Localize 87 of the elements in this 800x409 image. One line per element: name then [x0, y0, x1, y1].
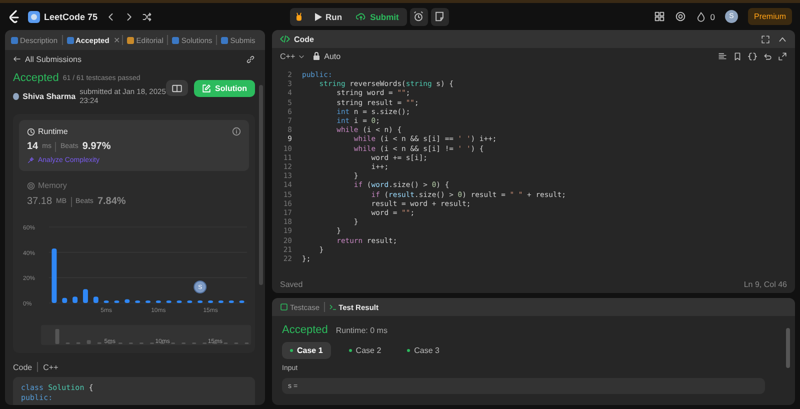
histogram-bar[interactable] — [166, 300, 172, 303]
square-icon — [172, 36, 180, 44]
link-icon[interactable] — [246, 54, 255, 64]
problem-list-title[interactable]: LeetCode 75 — [44, 12, 98, 22]
histogram-bar[interactable] — [239, 300, 244, 303]
bookmark-icon[interactable] — [733, 52, 742, 60]
histogram-bar[interactable] — [114, 300, 120, 303]
histogram-bar[interactable] — [124, 299, 130, 303]
expand-icon[interactable] — [778, 52, 787, 60]
memory-beats: 7.84% — [97, 196, 126, 207]
logo-icon[interactable] — [8, 10, 20, 24]
alarm-button[interactable] — [410, 8, 428, 26]
note-button[interactable] — [430, 8, 449, 26]
editorial-button[interactable] — [166, 80, 188, 96]
fullscreen-icon[interactable] — [761, 34, 770, 44]
streak-count: 0 — [710, 12, 715, 22]
histogram-bar[interactable] — [187, 300, 192, 303]
submission-status: Accepted — [13, 72, 59, 84]
close-tab-button[interactable]: ✕ — [113, 36, 120, 44]
edit-icon — [202, 84, 211, 93]
sparkle-icon — [27, 157, 34, 164]
alarm-icon — [413, 11, 424, 22]
histogram-bar[interactable] — [52, 248, 57, 303]
chevron-up-icon[interactable] — [778, 34, 787, 44]
histogram-bar[interactable] — [198, 300, 203, 303]
info-icon — [232, 127, 241, 136]
square-icon — [221, 36, 228, 44]
histogram-bar[interactable] — [146, 300, 150, 303]
memory-value: 37.18 — [27, 196, 52, 207]
result-status: Accepted — [282, 324, 328, 336]
runtime-text: Runtime: 0 ms — [336, 326, 388, 334]
histogram-bar[interactable] — [93, 296, 98, 303]
histogram-bar[interactable] — [135, 300, 140, 303]
author-avatar — [13, 92, 19, 100]
runtime-title: Runtime — [38, 127, 68, 136]
square-icon — [280, 303, 288, 311]
histogram-bar[interactable] — [62, 298, 68, 303]
square-icon — [66, 36, 74, 44]
code-label: Code — [13, 362, 32, 372]
braces-icon[interactable] — [748, 52, 757, 60]
format-icon[interactable] — [718, 52, 727, 60]
flame-icon — [696, 12, 706, 22]
histogram-bar[interactable] — [72, 296, 78, 303]
note-icon — [434, 11, 446, 22]
runtime-value: 14 — [27, 141, 38, 152]
clock-icon — [27, 128, 35, 136]
premium-button[interactable]: Premium — [748, 8, 792, 25]
code-panel-title: Code — [294, 34, 314, 44]
square-icon — [11, 36, 18, 44]
shuffle-icon[interactable] — [142, 12, 152, 22]
undo-icon[interactable] — [763, 52, 772, 60]
arrow-left-icon — [13, 55, 21, 63]
cursor-position: Ln 9, Col 46 — [744, 280, 787, 288]
histogram-bar[interactable] — [82, 289, 88, 303]
histogram-bar[interactable] — [104, 300, 109, 303]
histogram-bar[interactable] — [156, 300, 161, 303]
book-icon — [172, 84, 182, 92]
lock-icon — [313, 52, 320, 60]
submit-button[interactable]: Submit — [352, 10, 403, 24]
case-tab[interactable]: Case 3 — [399, 342, 448, 359]
play-icon — [314, 12, 322, 20]
memory-icon — [27, 182, 35, 190]
histogram-bar[interactable] — [208, 300, 214, 303]
settings-icon[interactable] — [675, 11, 686, 22]
language-dropdown[interactable]: C++ — [280, 52, 306, 60]
scrollbar[interactable] — [786, 328, 790, 368]
run-button[interactable]: Run — [310, 10, 346, 24]
histogram-bar[interactable] — [228, 300, 234, 303]
histogram-bar[interactable] — [218, 300, 224, 303]
terminal-icon — [328, 303, 337, 311]
mode-label[interactable]: Auto — [324, 52, 341, 60]
memory-title: Memory — [38, 181, 67, 190]
grid-icon[interactable] — [654, 11, 666, 22]
all-submissions-link[interactable]: All Submissions — [25, 54, 82, 64]
bug-icon[interactable] — [294, 12, 304, 22]
case-tab[interactable]: Case 2 — [340, 342, 390, 359]
chevron-down-icon — [298, 52, 306, 60]
author-name[interactable]: Shiva Sharma — [22, 92, 76, 100]
code-icon — [280, 34, 290, 44]
histogram-bar[interactable] — [176, 300, 182, 303]
cloud-upload-icon — [356, 12, 366, 21]
runtime-beats: 9.97% — [82, 141, 111, 152]
language-label: C++ — [43, 362, 58, 372]
square-icon — [127, 36, 134, 44]
case-tab[interactable]: Case 1 — [282, 342, 331, 359]
save-status: Saved — [280, 280, 303, 288]
list-icon — [28, 10, 40, 22]
